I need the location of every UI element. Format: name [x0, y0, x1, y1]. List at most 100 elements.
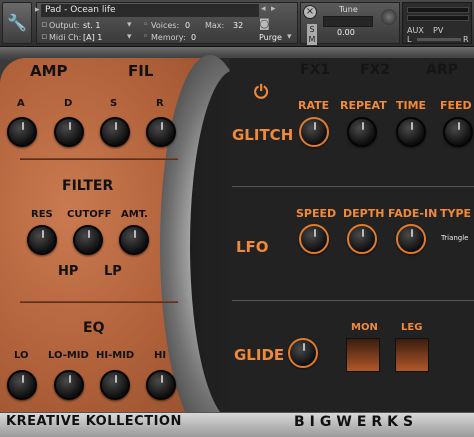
filter-cutoff-knob[interactable]	[73, 225, 103, 255]
pv-button[interactable]: PV	[433, 25, 443, 36]
solo-mute-panel: × S M Tune 0.00	[300, 2, 400, 45]
divider-lfo-glide	[232, 300, 474, 301]
mono-label: MON	[351, 322, 378, 333]
midi-icon: ▫	[41, 32, 48, 42]
lfo-type-label: TYPE	[440, 207, 472, 220]
tune-label: Tune	[339, 5, 358, 14]
divider-glitch-lfo	[232, 186, 474, 187]
eq-hi-mid-knob[interactable]	[100, 370, 130, 400]
glide-title: GLIDE	[234, 346, 285, 364]
lfo-fade-in-label: FADE-IN	[388, 207, 438, 220]
level-meter-left	[407, 7, 469, 13]
output-label: Output:	[49, 21, 80, 30]
amp-attack-knob[interactable]	[7, 117, 37, 147]
lfo-depth-label: DEPTH	[343, 207, 385, 220]
patch-name[interactable]: Pad - Ocean life	[41, 4, 259, 17]
glitch-rate-knob[interactable]	[299, 117, 329, 147]
divider-amp-filter	[20, 158, 178, 160]
voices-value: 0	[185, 21, 191, 30]
lfo-speed-knob[interactable]	[299, 224, 329, 254]
max-voices-value[interactable]: 32	[233, 20, 243, 31]
amp-release-label: R	[156, 98, 164, 109]
amp-sustain-knob[interactable]	[100, 117, 130, 147]
tune-knob[interactable]	[381, 9, 397, 25]
tune-slider[interactable]	[323, 16, 373, 27]
filter-lp-button[interactable]: LP	[104, 264, 122, 279]
glitch-feed-knob[interactable]	[443, 117, 473, 147]
tab-fx2[interactable]: FX2	[360, 62, 390, 78]
power-icon[interactable]: ⏻	[254, 84, 268, 102]
filter-res-knob[interactable]	[27, 225, 57, 255]
eq-hi-mid-label: HI-MID	[96, 350, 135, 361]
next-patch-icon[interactable]: ▸	[271, 4, 276, 14]
glitch-time-label: TIME	[396, 99, 427, 112]
eq-lo-mid-label: LO-MID	[48, 350, 89, 361]
amp-release-knob[interactable]	[146, 117, 176, 147]
glitch-feed-label: FEED	[440, 99, 472, 112]
tab-amp[interactable]: AMP	[30, 62, 68, 80]
lfo-depth-knob[interactable]	[347, 224, 377, 254]
collapse-arrow-icon[interactable]: ▸	[35, 5, 40, 15]
tab-fx1[interactable]: FX1	[300, 62, 330, 78]
glitch-time-knob[interactable]	[396, 117, 426, 147]
midi-dropdown-icon[interactable]: ▾	[127, 32, 132, 42]
voices-icon: ◦	[143, 20, 149, 30]
lfo-type-value[interactable]: Triangle	[441, 234, 469, 242]
lfo-fade-in-knob[interactable]	[396, 224, 426, 254]
filter-res-label: RES	[31, 209, 53, 220]
mono-button[interactable]	[346, 338, 380, 372]
glitch-rate-label: RATE	[298, 99, 330, 112]
wrench-icon[interactable]: 🔧	[2, 2, 32, 44]
eq-lo-label: LO	[14, 350, 29, 361]
prev-patch-icon[interactable]: ◂	[261, 4, 266, 14]
camera-icon[interactable]: ◙	[259, 18, 270, 29]
tab-arp[interactable]: ARP	[426, 62, 458, 78]
legato-label: LEG	[401, 322, 423, 333]
amp-decay-label: D	[64, 98, 73, 109]
memory-label: Memory:	[151, 33, 186, 42]
purge-dropdown-icon[interactable]: ▾	[287, 32, 292, 42]
level-meter-right	[407, 15, 469, 21]
divider-filter-eq	[20, 301, 178, 303]
lfo-speed-label: SPEED	[296, 207, 337, 220]
filter-cutoff-label: CUTOFF	[67, 209, 112, 220]
glitch-repeat-knob[interactable]	[347, 117, 377, 147]
instrument-info-panel: ▸ Pad - Ocean life ◂ ▸ ▫ Output: st. 1 ▾…	[35, 2, 298, 44]
amp-attack-label: A	[17, 98, 25, 109]
brand-kreative-kollection: KREATIVE KOLLECTION	[6, 414, 182, 429]
output-meter-panel: AUX PV L R	[402, 2, 472, 44]
max-label: Max:	[205, 21, 225, 30]
purge-button[interactable]: Purge	[259, 32, 282, 43]
midi-channel-label: Midi Ch:	[49, 33, 82, 42]
legato-button[interactable]	[395, 338, 429, 372]
eq-lo-mid-knob[interactable]	[54, 370, 84, 400]
filter-amount-knob[interactable]	[119, 225, 149, 255]
filter-hp-button[interactable]: HP	[58, 264, 78, 279]
eq-hi-knob[interactable]	[146, 370, 176, 400]
glitch-repeat-label: REPEAT	[340, 99, 387, 112]
eq-title: EQ	[83, 320, 105, 336]
voices-label: Voices:	[151, 21, 180, 30]
glide-knob[interactable]	[288, 338, 318, 368]
memory-icon: ◦	[143, 32, 149, 42]
output-value[interactable]: st. 1	[83, 20, 100, 31]
amp-decay-knob[interactable]	[54, 117, 84, 147]
lfo-title: LFO	[236, 238, 269, 256]
brand-bigwerks: BIGWERKS	[294, 414, 419, 430]
amp-sustain-label: S	[110, 98, 118, 109]
pan-right-label: R	[463, 35, 469, 44]
output-icon: ▫	[41, 20, 48, 30]
pan-left-label: L	[407, 35, 412, 44]
tab-fil[interactable]: FIL	[128, 62, 153, 80]
close-icon[interactable]: ×	[303, 5, 317, 19]
filter-title: FILTER	[62, 178, 114, 194]
memory-value: 0	[191, 33, 197, 42]
eq-hi-label: HI	[154, 350, 167, 361]
output-dropdown-icon[interactable]: ▾	[127, 20, 132, 30]
midi-channel-value[interactable]: [A] 1	[83, 32, 102, 43]
pan-slider[interactable]	[417, 38, 461, 41]
mute-button[interactable]: M	[307, 34, 317, 45]
tune-value: 0.00	[337, 28, 355, 37]
filter-amount-label: AMT.	[121, 209, 148, 220]
eq-lo-knob[interactable]	[7, 370, 37, 400]
